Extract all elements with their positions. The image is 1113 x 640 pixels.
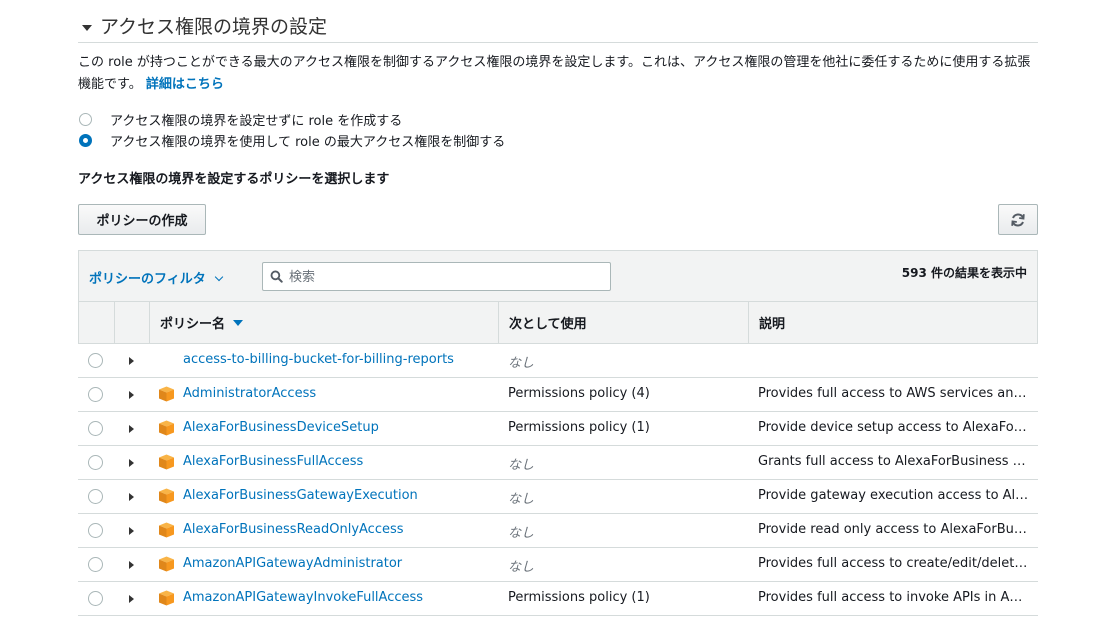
policy-usage: Permissions policy (1) — [508, 590, 650, 605]
table-row[interactable]: AlexaForBusinessGatewayExecution なし Provid… — [78, 480, 1038, 514]
row-select-radio[interactable] — [88, 421, 103, 436]
header-select-cell — [79, 302, 115, 343]
section-header[interactable]: アクセス権限の境界の設定 — [78, 10, 1038, 43]
expand-row-icon[interactable] — [129, 561, 134, 569]
filter-label: ポリシーのフィルタ — [89, 272, 206, 287]
policy-name-link[interactable]: access-to-billing-bucket-for-billing-rep… — [183, 352, 454, 367]
caret-down-icon[interactable] — [82, 25, 92, 31]
table-row[interactable]: AdministratorAccess Permissions policy (4… — [78, 378, 1038, 412]
refresh-button[interactable] — [998, 204, 1038, 235]
policy-name-link[interactable]: AlexaForBusinessReadOnlyAccess — [183, 522, 404, 537]
aws-managed-policy-icon — [158, 488, 175, 508]
aws-managed-policy-icon — [158, 590, 175, 610]
policy-usage: なし — [508, 526, 535, 541]
table-row[interactable]: AmazonAPIGatewayAdministrator なし Provides … — [78, 548, 1038, 582]
row-select-radio[interactable] — [88, 455, 103, 470]
search-input[interactable] — [287, 266, 591, 288]
search-icon — [270, 270, 283, 283]
expand-row-icon[interactable] — [129, 459, 134, 467]
header-label: 説明 — [759, 317, 786, 332]
policy-description: Provide gateway execution access to Al… — [758, 488, 1029, 503]
policy-usage: なし — [508, 356, 535, 371]
policy-description: Provide read only access to AlexaForBu… — [758, 522, 1027, 537]
table-row[interactable]: AlexaForBusinessFullAccess なし Grants full … — [78, 446, 1038, 480]
row-select-radio[interactable] — [88, 489, 103, 504]
policy-usage: Permissions policy (1) — [508, 420, 650, 435]
policy-description: Provides full access to create/edit/dele… — [758, 556, 1030, 571]
header-description[interactable]: 説明 — [749, 302, 1037, 343]
option-label: アクセス権限の境界を使用して role の最大アクセス権限を制御する — [110, 134, 506, 150]
expand-row-icon[interactable] — [129, 493, 134, 501]
section-description: この role が持つことができる最大のアクセス権限を制御するアクセス権限の境界… — [78, 52, 1038, 96]
refresh-icon — [1011, 213, 1025, 226]
header-expand-cell — [115, 302, 150, 343]
filter-bar: ポリシーのフィルタ 593 件の結果を表示中 — [78, 250, 1038, 302]
row-select-radio[interactable] — [88, 353, 103, 368]
option-use-boundary[interactable]: アクセス権限の境界を使用して role の最大アクセス権限を制御する — [78, 130, 505, 150]
row-select-radio[interactable] — [88, 387, 103, 402]
table-row[interactable]: access-to-billing-bucket-for-billing-rep… — [78, 344, 1038, 378]
policy-name-link[interactable]: AmazonAPIGatewayAdministrator — [183, 556, 402, 571]
create-policy-button[interactable]: ポリシーの作成 — [78, 204, 206, 235]
policy-name-link[interactable]: AdministratorAccess — [183, 386, 316, 401]
expand-row-icon[interactable] — [129, 595, 134, 603]
aws-managed-policy-icon — [158, 420, 175, 440]
policy-usage: なし — [508, 492, 535, 507]
aws-managed-policy-icon — [158, 556, 175, 576]
expand-row-icon[interactable] — [129, 391, 134, 399]
search-box[interactable] — [262, 262, 611, 291]
expand-row-icon[interactable] — [129, 425, 134, 433]
row-select-radio[interactable] — [88, 523, 103, 538]
policy-select-heading: アクセス権限の境界を設定するポリシーを選択します — [78, 172, 390, 187]
row-select-radio[interactable] — [88, 591, 103, 606]
expand-row-icon[interactable] — [129, 527, 134, 535]
aws-managed-policy-icon — [158, 454, 175, 474]
radio-button[interactable] — [79, 112, 92, 126]
option-no-boundary[interactable]: アクセス権限の境界を設定せずに role を作成する — [78, 109, 402, 129]
radio-button-checked[interactable] — [79, 133, 92, 147]
policy-name-link[interactable]: AlexaForBusinessDeviceSetup — [183, 420, 379, 435]
policy-description: Provides full access to invoke APIs in A… — [758, 590, 1023, 605]
policy-description: Grants full access to AlexaForBusiness r… — [758, 454, 1030, 469]
policy-name-link[interactable]: AlexaForBusinessFullAccess — [183, 454, 363, 469]
result-count: 593 件の結果を表示中 — [901, 266, 1027, 280]
policy-description: Provide device setup access to AlexaFor… — [758, 420, 1030, 435]
header-label: ポリシー名 — [160, 317, 226, 332]
header-label: 次として使用 — [509, 317, 587, 332]
table-row[interactable]: AmazonAPIGatewayInvokeFullAccess Permissi… — [78, 582, 1038, 616]
aws-managed-policy-icon — [158, 522, 175, 542]
aws-managed-policy-icon — [158, 386, 175, 406]
section-title: アクセス権限の境界の設定 — [100, 16, 328, 38]
policy-usage: なし — [508, 560, 535, 575]
header-policy-name[interactable]: ポリシー名 — [150, 302, 499, 343]
option-label: アクセス権限の境界を設定せずに role を作成する — [110, 113, 403, 129]
policy-filter-dropdown[interactable]: ポリシーのフィルタ — [89, 268, 223, 287]
table-row[interactable]: AlexaForBusinessReadOnlyAccess なし Provide … — [78, 514, 1038, 548]
policy-name-link[interactable]: AlexaForBusinessGatewayExecution — [183, 488, 418, 503]
expand-row-icon[interactable] — [129, 357, 134, 365]
policy-usage: なし — [508, 458, 535, 473]
chevron-down-icon — [214, 272, 223, 282]
policy-description: Provides full access to AWS services an… — [758, 386, 1027, 401]
header-usage[interactable]: 次として使用 — [499, 302, 749, 343]
policy-usage: Permissions policy (4) — [508, 386, 650, 401]
policy-name-link[interactable]: AmazonAPIGatewayInvokeFullAccess — [183, 590, 423, 605]
sort-descending-icon[interactable] — [233, 319, 244, 326]
table-row[interactable]: AlexaForBusinessDeviceSetup Permissions p… — [78, 412, 1038, 446]
row-select-radio[interactable] — [88, 557, 103, 572]
details-link[interactable]: 詳細はこちら — [146, 77, 224, 92]
table-header: ポリシー名 次として使用 説明 — [78, 301, 1038, 344]
